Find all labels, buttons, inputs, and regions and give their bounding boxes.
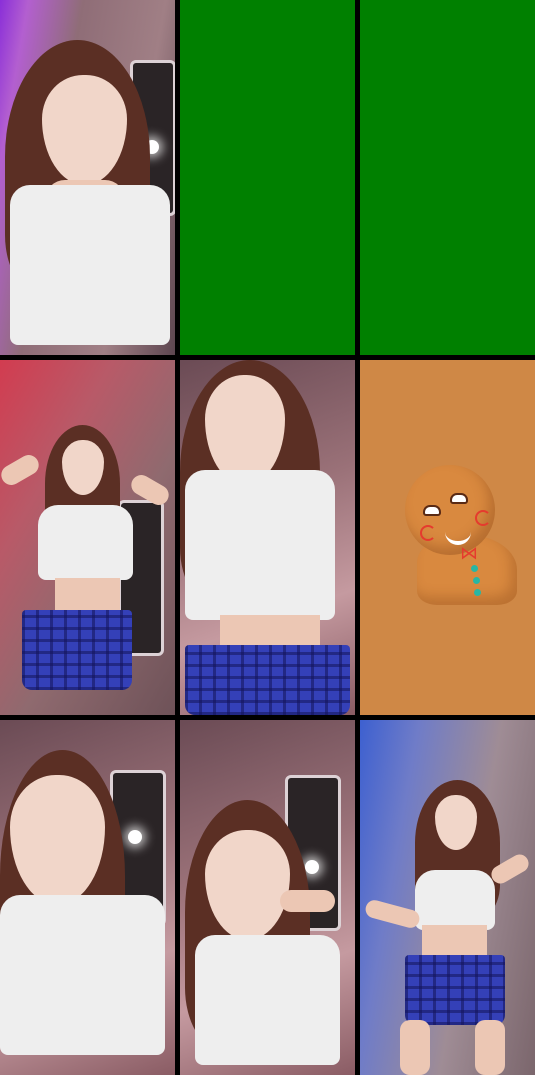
- gingerbread-cheek: [420, 525, 436, 541]
- white-top: [38, 505, 133, 580]
- white-top: [195, 935, 340, 1065]
- white-top: [0, 895, 165, 1055]
- white-top: [10, 185, 170, 345]
- video-tile-4[interactable]: [0, 720, 175, 1075]
- plaid-skirt: [22, 610, 132, 690]
- white-top: [415, 870, 495, 930]
- video-tile-3[interactable]: [180, 360, 355, 715]
- ring-light: [128, 830, 142, 844]
- gingerbread-button: [474, 589, 481, 596]
- plaid-skirt: [185, 645, 350, 715]
- gingerbread-eye: [450, 493, 468, 504]
- ring-light: [305, 860, 319, 874]
- gingerbread-icon: ⋈: [405, 465, 525, 605]
- plaid-skirt: [405, 955, 505, 1025]
- leg: [475, 1020, 505, 1075]
- arm: [0, 451, 43, 489]
- gingerbread-button: [473, 577, 480, 584]
- leg: [400, 1020, 430, 1075]
- white-top: [185, 470, 335, 620]
- gingerbread-eye: [423, 505, 441, 516]
- video-tile-5[interactable]: [180, 720, 355, 1075]
- gingerbread-cheek: [475, 510, 491, 526]
- hand: [280, 890, 335, 912]
- avatar-tile[interactable]: ⋈: [360, 360, 535, 715]
- video-grid: ⋈: [0, 0, 535, 1075]
- empty-slot-2: [360, 0, 535, 355]
- gingerbread-button: [471, 565, 478, 572]
- video-tile-1[interactable]: [0, 0, 175, 355]
- video-tile-2[interactable]: [0, 360, 175, 715]
- arm: [363, 898, 422, 930]
- bow-icon: ⋈: [460, 543, 478, 564]
- empty-slot-1: [180, 0, 355, 355]
- video-tile-6[interactable]: [360, 720, 535, 1075]
